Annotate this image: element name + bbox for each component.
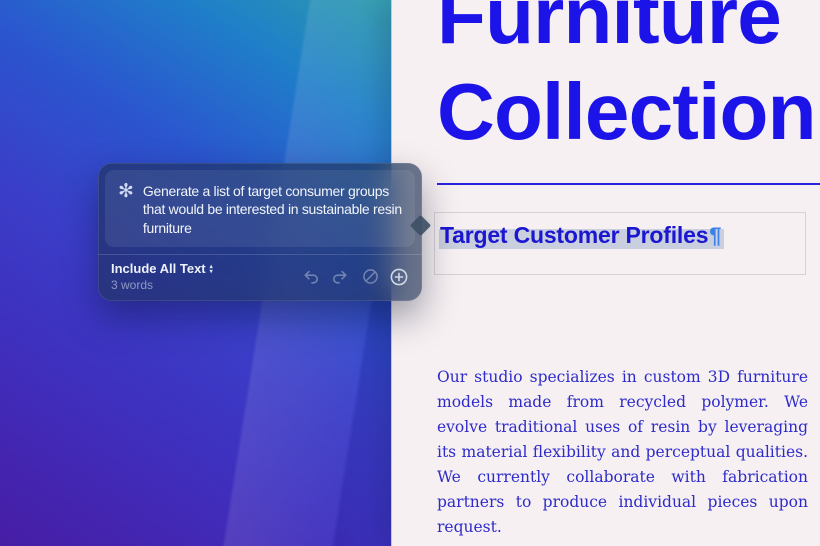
- redo-button[interactable]: [330, 267, 349, 286]
- document-panel: Furniture Collection Target Customer Pro…: [391, 0, 820, 546]
- up-down-chevron-icon: ▴▾: [210, 264, 213, 275]
- section-heading-block[interactable]: Target Customer Profiles¶: [434, 212, 806, 275]
- popup-footer: Include All Text ▴▾ 3 words: [98, 254, 422, 301]
- scope-selector[interactable]: Include All Text ▴▾: [111, 261, 213, 277]
- undo-icon: [302, 267, 321, 286]
- add-icon: [389, 267, 409, 287]
- text-selection-highlight: Target Customer Profiles¶: [439, 229, 724, 249]
- document-title[interactable]: Furniture Collection: [437, 0, 820, 160]
- scope-area: Include All Text ▴▾ 3 words: [111, 261, 213, 292]
- body-paragraph[interactable]: Our studio specializes in custom 3D furn…: [437, 365, 808, 540]
- retry-icon: [361, 267, 380, 286]
- undo-button[interactable]: [302, 267, 321, 286]
- scope-label: Include All Text: [111, 261, 206, 277]
- prompt-text: Generate a list of target consumer group…: [143, 182, 403, 237]
- section-heading[interactable]: Target Customer Profiles: [440, 222, 708, 248]
- redo-icon: [330, 267, 349, 286]
- add-button[interactable]: [389, 267, 409, 287]
- prompt-bubble: ✻ Generate a list of target consumer gro…: [105, 170, 415, 247]
- openai-logo-icon: ✻: [118, 182, 134, 202]
- title-divider: [437, 183, 820, 185]
- screen: Furniture Collection Target Customer Pro…: [0, 0, 820, 546]
- word-count: 3 words: [111, 278, 213, 292]
- pilcrow-mark: ¶: [708, 223, 721, 248]
- assistant-popup: ✻ Generate a list of target consumer gro…: [98, 163, 422, 301]
- retry-button[interactable]: [361, 267, 380, 286]
- popup-actions: [302, 267, 409, 287]
